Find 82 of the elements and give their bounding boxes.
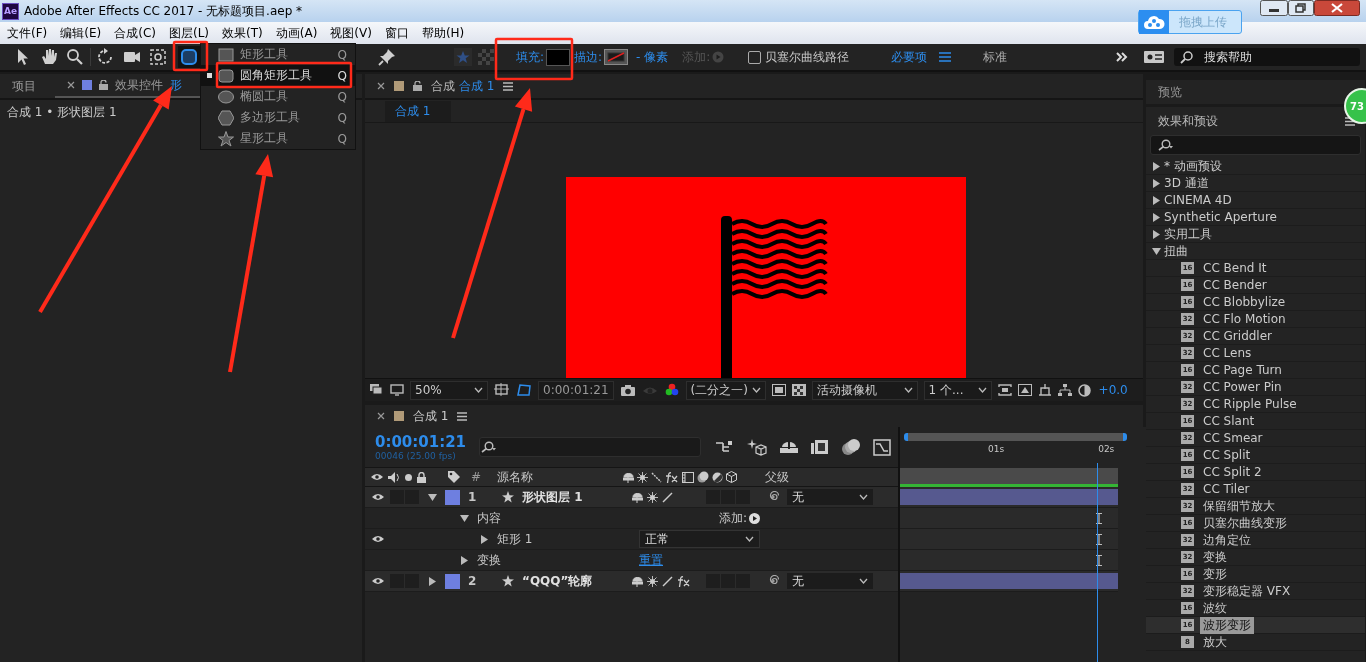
effect-item[interactable]: CC Ripple Pulse xyxy=(1200,397,1300,411)
frame-info: 00046 (25.00 fps) xyxy=(375,451,457,461)
effect-item[interactable]: 保留细节放大 xyxy=(1200,497,1278,515)
effect-item[interactable]: 贝塞尔曲线变形 xyxy=(1200,514,1290,532)
effect-item[interactable]: CC Griddler xyxy=(1200,329,1276,343)
property-name[interactable]: 变换 xyxy=(477,551,501,569)
view-layout-dropdown[interactable]: 1 个... xyxy=(923,380,992,400)
panel-tab[interactable]: 合成 合成 1 xyxy=(431,77,495,95)
stroke-width-text[interactable]: - 像素 xyxy=(636,48,669,66)
exposure-value[interactable]: +0.0 xyxy=(1098,383,1128,397)
layer-name[interactable]: “QQQ”轮廓 xyxy=(522,572,593,590)
parent-dropdown[interactable]: 无 xyxy=(787,573,873,589)
column-header[interactable]: # xyxy=(471,470,497,484)
menu-item[interactable]: 图层(L) xyxy=(168,24,210,42)
effects-category[interactable]: 3D 通道 xyxy=(1146,175,1365,192)
panel-title[interactable]: 预览 xyxy=(1158,83,1182,101)
menu-item[interactable]: 矩形工具 Q xyxy=(201,44,355,65)
effect-item[interactable]: CC Bend It xyxy=(1200,261,1270,275)
add-menu[interactable]: 添加: xyxy=(718,509,747,527)
effect-item[interactable]: CC Flo Motion xyxy=(1200,312,1289,326)
effect-item[interactable]: 波纹 xyxy=(1200,599,1230,617)
breadcrumb-button[interactable]: 合成 1 xyxy=(385,100,451,122)
menu-item[interactable]: 动画(A) xyxy=(275,24,318,42)
menu-item[interactable]: 文件(F) xyxy=(7,24,48,42)
menu-item[interactable]: 合成(C) xyxy=(114,24,156,42)
effect-item[interactable]: CC Slant xyxy=(1200,414,1258,428)
timecode[interactable]: 0:00:01:21 xyxy=(375,433,475,451)
zoom-dropdown[interactable]: 50% xyxy=(410,380,488,400)
camera-dropdown[interactable]: 活动摄像机 xyxy=(811,380,918,400)
effect-item[interactable]: 变形稳定器 VFX xyxy=(1200,582,1294,600)
effect-item[interactable]: CC Page Turn xyxy=(1200,363,1285,377)
effects-category[interactable]: 扭曲 xyxy=(1146,243,1365,260)
ruler-label: 01s xyxy=(988,444,1005,454)
panel-title[interactable]: 效果和预设 xyxy=(1158,112,1218,130)
menu-item[interactable]: 窗口 xyxy=(384,24,409,42)
effects-category[interactable]: * 动画预设 xyxy=(1146,158,1365,175)
panel-tab[interactable]: 合成 1 xyxy=(413,407,449,425)
app-icon: Ae xyxy=(2,2,19,20)
ruler-label: 02s xyxy=(1098,444,1115,454)
resolution-dropdown[interactable]: (二分之一) xyxy=(685,380,766,400)
effect-item[interactable]: 变换 xyxy=(1200,548,1230,566)
effect-item[interactable]: 边角定位 xyxy=(1200,531,1254,549)
effect-item[interactable]: CC Bender xyxy=(1200,278,1270,292)
effect-item[interactable]: CC Split xyxy=(1200,448,1254,462)
effect-item[interactable]: CC Tiler xyxy=(1200,482,1253,496)
menu-item[interactable]: 多边形工具 Q xyxy=(201,107,355,128)
blend-mode-dropdown[interactable]: 正常 xyxy=(639,530,760,548)
effect-item[interactable]: CC Blobbylize xyxy=(1200,295,1289,309)
effects-category[interactable]: CINEMA 4D xyxy=(1146,192,1365,209)
effect-item[interactable]: 变形 xyxy=(1200,565,1230,583)
stroke-label: 描边: xyxy=(574,48,603,66)
effect-item[interactable]: CC Split 2 xyxy=(1200,465,1265,479)
search-field[interactable]: 搜索帮助 xyxy=(1174,48,1360,66)
effect-item[interactable]: CC Lens xyxy=(1200,346,1255,360)
effect-item[interactable]: CC Smear xyxy=(1200,431,1266,445)
reset-link[interactable]: 重置 xyxy=(639,551,663,569)
effects-category[interactable]: 实用工具 xyxy=(1146,226,1365,243)
fill-label: 填充: xyxy=(516,48,545,66)
property-name[interactable]: 内容 xyxy=(477,509,501,527)
layer-number: 1 xyxy=(468,490,478,504)
column-header[interactable]: 父级 xyxy=(759,468,789,486)
effect-item[interactable]: CC Power Pin xyxy=(1200,380,1285,394)
property-name[interactable]: 矩形 1 xyxy=(497,530,533,548)
menu-item[interactable]: 视图(V) xyxy=(330,24,372,42)
parent-dropdown[interactable]: 无 xyxy=(787,489,873,505)
workspace-tab[interactable]: 标准 xyxy=(983,48,1008,66)
time-display[interactable]: 0:00:01:21 xyxy=(538,380,614,400)
window-title: Adobe After Effects CC 2017 - 无标题项目.aep * xyxy=(24,2,303,20)
menu-item[interactable]: 星形工具 Q xyxy=(201,128,355,149)
effect-item[interactable]: 放大 xyxy=(1200,633,1230,651)
menu-item[interactable]: 编辑(E) xyxy=(60,24,102,42)
panel-tab[interactable]: 项目 xyxy=(0,75,48,97)
workspace-tab[interactable]: 必要项 xyxy=(891,48,928,66)
menu-item[interactable]: 圆角矩形工具 Q xyxy=(201,65,355,86)
effects-category[interactable]: Synthetic Aperture xyxy=(1146,209,1365,226)
column-header[interactable]: 源名称 xyxy=(497,468,623,486)
menu-item[interactable]: 帮助(H) xyxy=(421,24,465,42)
menu-item[interactable]: 效果(T) xyxy=(222,24,263,42)
layer-number: 2 xyxy=(468,574,478,588)
bezier-checkbox[interactable]: 贝塞尔曲线路径 xyxy=(748,48,850,66)
layer-name[interactable]: 形状图层 1 xyxy=(522,488,583,506)
breadcrumb: 合成 1 • 形状图层 1 xyxy=(6,104,118,121)
